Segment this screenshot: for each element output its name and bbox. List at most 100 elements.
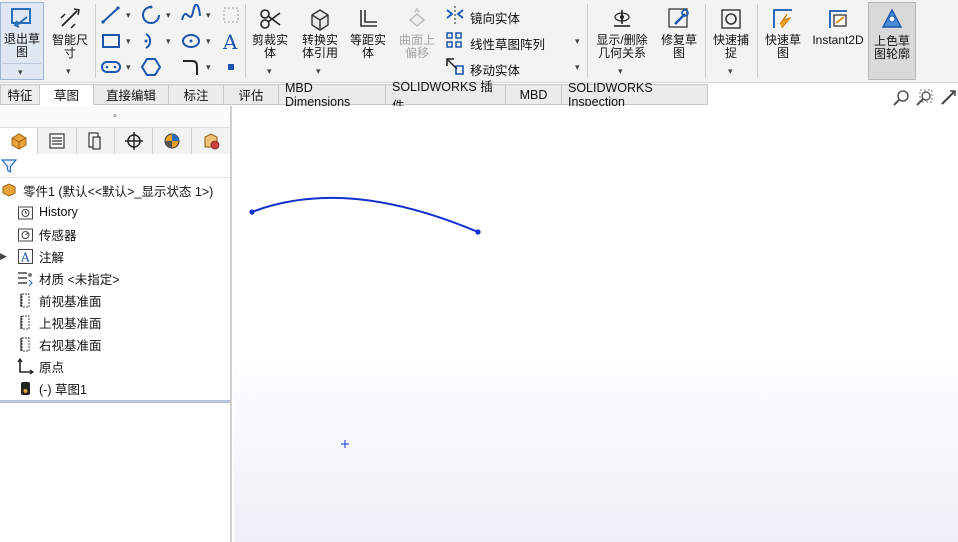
polygon-icon[interactable]: [140, 56, 162, 78]
chevron-down-icon[interactable]: ▾: [166, 10, 171, 21]
tab-markup[interactable]: 标注: [169, 84, 224, 105]
ellipse-icon[interactable]: [180, 30, 202, 52]
tab-mbd-dimensions[interactable]: MBD Dimensions: [279, 81, 386, 109]
offset-on-surface-icon: [408, 7, 426, 27]
tab-displaymanager[interactable]: [153, 128, 192, 154]
tree-item-sensors[interactable]: 传感器: [16, 224, 77, 244]
shaded-sketch-contours-button[interactable]: 上色草 图轮廓: [868, 2, 916, 80]
tree-root[interactable]: 零件1 (默认<<默认>_显示状态 1>): [0, 180, 213, 200]
zoom-area-icon[interactable]: [915, 88, 935, 108]
zoom-to-fit-icon[interactable]: [892, 88, 912, 108]
chevron-down-icon[interactable]: ▾: [575, 62, 580, 73]
separator: [95, 4, 96, 78]
instant2d-label: Instant2D: [812, 33, 864, 47]
tab-mbd[interactable]: MBD: [506, 84, 562, 105]
chevron-down-icon[interactable]: ▾: [206, 36, 211, 47]
chevron-down-icon[interactable]: ▾: [206, 62, 211, 73]
instant2d-icon: [829, 10, 847, 28]
separator: [245, 4, 246, 78]
expand-arrow-icon[interactable]: ▶: [0, 251, 12, 262]
chevron-down-icon[interactable]: ▾: [18, 67, 23, 78]
tab-featuremanager[interactable]: [0, 128, 39, 154]
filter-icon[interactable]: [1, 158, 17, 174]
slot-icon[interactable]: [100, 56, 122, 78]
smart-dimension-button[interactable]: 智能尺 寸: [48, 6, 92, 60]
tree-item-material[interactable]: 材质 <未指定>: [16, 268, 120, 288]
chevron-down-icon[interactable]: ▾: [618, 66, 623, 77]
tab-appearances[interactable]: [191, 128, 231, 154]
tab-solidworks-inspection[interactable]: SOLIDWORKS Inspection: [562, 81, 708, 109]
tab-evaluate[interactable]: 评估: [224, 84, 279, 105]
fillet-icon[interactable]: [180, 56, 202, 78]
tab-solidworks-addins[interactable]: SOLIDWORKS 插件: [386, 80, 506, 113]
arc-endpoint-end[interactable]: [475, 229, 481, 235]
tree-item-sketch1[interactable]: (-) 草图1: [16, 378, 87, 398]
mirror-icon[interactable]: [444, 4, 466, 26]
chevron-down-icon[interactable]: ▾: [166, 36, 171, 47]
tab-sketch[interactable]: 草图: [40, 84, 94, 105]
chevron-down-icon[interactable]: ▾: [728, 66, 733, 77]
tree-root-label: 零件1 (默认<<默认>_显示状态 1>): [23, 184, 214, 199]
rapid-sketch-button[interactable]: 快速草 图: [760, 6, 806, 60]
tree-item-origin[interactable]: 原点: [16, 356, 64, 376]
offset-on-surface-button[interactable]: 曲面上 偏移: [394, 6, 440, 60]
point-icon[interactable]: [220, 56, 242, 78]
chevron-down-icon[interactable]: ▾: [206, 10, 211, 21]
graphics-area[interactable]: [234, 106, 958, 542]
repair-sketch-button[interactable]: 修复草 图: [656, 6, 702, 60]
arc-endpoint-start[interactable]: [249, 209, 255, 215]
chevron-down-icon[interactable]: ▾: [66, 66, 71, 77]
quick-snaps-icon: [721, 9, 741, 29]
chevron-down-icon[interactable]: ▾: [267, 66, 272, 77]
repair-sketch-icon: [668, 8, 689, 28]
tree-item-history[interactable]: History: [16, 202, 78, 222]
rectangle-icon[interactable]: [100, 30, 122, 52]
tree-item-label: 原点: [39, 360, 65, 375]
quick-snaps-button[interactable]: 快速捕 捉: [708, 6, 754, 60]
chevron-down-icon[interactable]: ▾: [126, 36, 131, 47]
circle-icon[interactable]: [140, 4, 162, 26]
chevron-down-icon[interactable]: ▾: [126, 62, 131, 73]
smart-dimension-label: 智能尺 寸: [51, 33, 88, 60]
linear-pattern-icon[interactable]: [444, 30, 466, 52]
panel-grip[interactable]: ⚬: [0, 106, 230, 128]
linear-pattern-label[interactable]: 线性草图阵列: [470, 34, 545, 53]
chevron-down-icon[interactable]: ▾: [126, 10, 131, 21]
tree-item-right-plane[interactable]: 右视基准面: [16, 334, 102, 354]
annotations-icon: A: [16, 247, 34, 265]
chevron-down-icon[interactable]: ▾: [575, 36, 580, 47]
line-icon[interactable]: [100, 4, 122, 26]
exit-sketch-button[interactable]: 退出草 图 ▾: [0, 2, 44, 80]
shaded-sketch-icon: [881, 8, 903, 28]
part-icon: [0, 181, 18, 199]
arc-icon[interactable]: [140, 30, 162, 52]
separator: [587, 4, 588, 78]
text-icon[interactable]: A: [220, 30, 242, 52]
material-icon: [16, 269, 34, 287]
previous-view-icon[interactable]: [938, 88, 958, 108]
instant2d-button[interactable]: Instant2D: [810, 6, 866, 47]
trim-entities-button[interactable]: 剪裁实 体: [248, 6, 292, 60]
rollback-bar[interactable]: [0, 400, 230, 403]
tab-dimxpertmanager[interactable]: [115, 128, 154, 154]
tree-item-label: 上视基准面: [39, 316, 102, 331]
tree-item-label: 前视基准面: [39, 294, 102, 309]
tree-item-top-plane[interactable]: 上视基准面: [16, 312, 102, 332]
plane-icon[interactable]: [220, 4, 242, 26]
sketch-icon: [16, 379, 34, 397]
convert-entities-button[interactable]: 转换实 体引用: [296, 6, 344, 60]
tree-item-front-plane[interactable]: 前视基准面: [16, 290, 102, 310]
tab-features[interactable]: 特征: [0, 84, 40, 105]
feature-manager-panel: ⚬ 零件1 (默认<<默认>_显示状态 1>) History 传感器 ▶ A …: [0, 106, 232, 542]
display-relations-button[interactable]: 显示/删除 几何关系: [590, 6, 654, 60]
mirror-label[interactable]: 镜向实体: [470, 8, 520, 27]
tab-propertymanager[interactable]: [38, 128, 77, 154]
chevron-down-icon[interactable]: ▾: [316, 66, 321, 77]
offset-entities-button[interactable]: 等距实 体: [346, 6, 390, 60]
tab-configurationmanager[interactable]: [76, 128, 116, 154]
sketch-canvas[interactable]: [234, 106, 958, 542]
tree-item-annotations[interactable]: ▶ A 注解: [0, 246, 64, 266]
sketch-arc[interactable]: [251, 196, 479, 233]
spline-icon[interactable]: [180, 4, 202, 26]
tab-direct-editing[interactable]: 直接编辑: [94, 84, 169, 105]
